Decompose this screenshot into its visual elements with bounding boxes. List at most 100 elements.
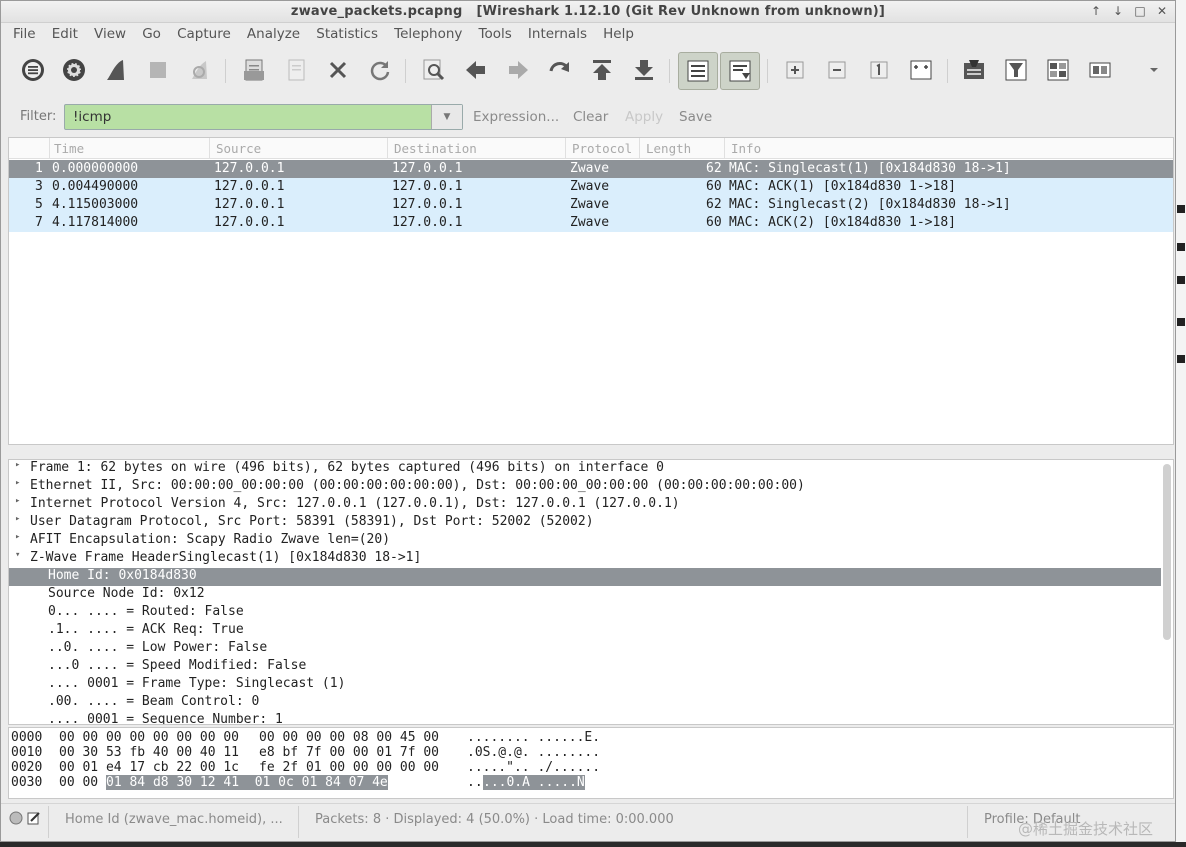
menu-edit[interactable]: Edit: [52, 23, 78, 42]
bytes-ascii-highlight[interactable]: ...0.A .....N: [483, 775, 585, 790]
zoom-out-icon[interactable]: [822, 55, 852, 85]
bytes-hex[interactable]: 00 00 00 00 08 00 45 00: [259, 730, 439, 745]
bytes-hex[interactable]: 00 30 53 fb 40 00 40 11: [59, 745, 239, 760]
tree-item-routed[interactable]: 0... .... = Routed: False: [9, 604, 1161, 622]
expand-arrow-icon[interactable]: ▸: [15, 478, 25, 488]
bytes-ascii[interactable]: .....".. ./......: [467, 760, 600, 775]
packet-info: MAC: Singlecast(2) [0x184d830 18->1]: [729, 197, 1011, 212]
capture-filters-icon[interactable]: [959, 55, 989, 85]
zoom-in-icon[interactable]: [780, 55, 810, 85]
expand-arrow-icon[interactable]: ▸: [15, 514, 25, 524]
expand-arrow-icon[interactable]: ▸: [15, 496, 25, 506]
resize-columns-icon[interactable]: [906, 55, 936, 85]
packet-bytes-pane[interactable]: 0000 00 00 00 00 00 00 00 00 00 00 00 00…: [8, 727, 1174, 799]
restart-capture-icon[interactable]: [185, 55, 215, 85]
tree-item-ethernet[interactable]: ▸ Ethernet II, Src: 00:00:00_00:00:00 (00…: [9, 478, 1161, 496]
packet-details-tree[interactable]: ▸ Frame 1: 62 bytes on wire (496 bits), 6…: [8, 459, 1174, 725]
menu-telephony[interactable]: Telephony: [394, 23, 462, 42]
menu-view[interactable]: View: [94, 23, 126, 42]
bytes-ascii[interactable]: ..: [467, 775, 483, 790]
packet-destination: 127.0.0.1: [392, 179, 463, 194]
menu-internals[interactable]: Internals: [528, 23, 587, 42]
tree-item-frame-type[interactable]: .... 0001 = Frame Type: Singlecast (1): [9, 676, 1161, 694]
colorize-icon[interactable]: [678, 52, 718, 90]
go-to-first-icon[interactable]: [587, 55, 617, 85]
save-file-icon[interactable]: [281, 55, 311, 85]
collapse-arrow-icon[interactable]: ▾: [15, 550, 25, 560]
window-maximize-button[interactable]: □: [1130, 4, 1150, 18]
bytes-hex[interactable]: e8 bf 7f 00 00 01 7f 00: [259, 745, 439, 760]
display-filters-icon[interactable]: [1001, 55, 1031, 85]
tree-item-home-id[interactable]: Home Id: 0x0184d830: [9, 568, 1161, 586]
window-close-button[interactable]: ✕: [1152, 4, 1172, 18]
save-filter-button[interactable]: Save: [679, 109, 712, 125]
more-icon[interactable]: [1139, 55, 1169, 85]
window-raise-button[interactable]: ↑: [1086, 4, 1106, 18]
clear-button[interactable]: Clear: [573, 109, 608, 125]
packet-row[interactable]: 7 4.117814000 127.0.0.1 127.0.0.1 Zwave …: [9, 214, 1173, 232]
apply-button[interactable]: Apply: [625, 109, 663, 125]
stop-capture-icon[interactable]: [143, 55, 173, 85]
tree-item-low-power[interactable]: ..0. .... = Low Power: False: [9, 640, 1161, 658]
display-filter-input[interactable]: !icmp: [73, 109, 111, 125]
menu-go[interactable]: Go: [142, 23, 161, 42]
bytes-hex[interactable]: 00 00: [59, 775, 106, 790]
column-destination[interactable]: Destination: [394, 141, 477, 156]
go-to-packet-icon[interactable]: [545, 55, 575, 85]
bytes-ascii[interactable]: ........ ......E.: [467, 730, 600, 745]
tree-item-source-node[interactable]: Source Node Id: 0x12: [9, 586, 1161, 604]
column-info[interactable]: Info: [731, 141, 761, 156]
expand-arrow-icon[interactable]: ▸: [15, 532, 25, 542]
packet-row[interactable]: 5 4.115003000 127.0.0.1 127.0.0.1 Zwave …: [9, 196, 1173, 214]
bytes-hex[interactable]: 00 01 e4 17 cb 22 00 1c: [59, 760, 239, 775]
tree-item-afit[interactable]: ▸ AFIT Encapsulation: Scapy Radio Zwave l…: [9, 532, 1161, 550]
tree-item-ack-req[interactable]: .1.. .... = ACK Req: True: [9, 622, 1161, 640]
expand-arrow-icon[interactable]: ▸: [15, 460, 25, 470]
menu-file[interactable]: File: [13, 23, 36, 42]
tree-item-udp[interactable]: ▸ User Datagram Protocol, Src Port: 58391…: [9, 514, 1161, 532]
bytes-ascii[interactable]: .0S.@.@. ........: [467, 745, 600, 760]
options-icon[interactable]: [59, 55, 89, 85]
tree-item-beam-control[interactable]: .00. .... = Beam Control: 0: [9, 694, 1161, 712]
menu-statistics[interactable]: Statistics: [316, 23, 378, 42]
chevron-down-icon[interactable]: ▼: [431, 105, 462, 129]
menu-analyze[interactable]: Analyze: [247, 23, 300, 42]
go-forward-icon[interactable]: [503, 55, 533, 85]
menu-tools[interactable]: Tools: [479, 23, 512, 42]
column-protocol[interactable]: Protocol: [572, 141, 632, 156]
tree-item-zwave[interactable]: ▾ Z-Wave Frame HeaderSinglecast(1) [0x184…: [9, 550, 1161, 568]
bytes-hex[interactable]: 00 00 00 00 00 00 00 00: [59, 730, 239, 745]
tree-item-frame[interactable]: ▸ Frame 1: 62 bytes on wire (496 bits), 6…: [9, 460, 1161, 478]
capture-comment-icon[interactable]: [27, 811, 41, 825]
details-scrollbar[interactable]: [1163, 464, 1171, 640]
column-length[interactable]: Length: [646, 141, 691, 156]
go-to-last-icon[interactable]: [629, 55, 659, 85]
expert-info-icon[interactable]: [9, 811, 23, 825]
find-packet-icon[interactable]: [419, 55, 449, 85]
column-source[interactable]: Source: [216, 141, 261, 156]
start-capture-icon[interactable]: [101, 55, 131, 85]
reload-icon[interactable]: [365, 55, 395, 85]
interfaces-icon[interactable]: [18, 55, 48, 85]
bytes-hex-highlight[interactable]: 01 84 d8 30 12 41 01 0c 01 84 07 4e: [106, 775, 388, 790]
bytes-hex[interactable]: fe 2f 01 00 00 00 00 00: [259, 760, 439, 775]
tree-item-speed-modified[interactable]: ...0 .... = Speed Modified: False: [9, 658, 1161, 676]
tree-item-ipv4[interactable]: ▸ Internet Protocol Version 4, Src: 127.0…: [9, 496, 1161, 514]
packet-list[interactable]: Time Source Destination Protocol Length …: [8, 137, 1174, 445]
close-file-icon[interactable]: [323, 55, 353, 85]
expression-button[interactable]: Expression...: [473, 109, 559, 125]
coloring-rules-icon[interactable]: [1043, 55, 1073, 85]
packet-row[interactable]: 1 0.000000000 127.0.0.1 127.0.0.1 Zwave …: [9, 160, 1173, 178]
menu-help[interactable]: Help: [603, 23, 634, 42]
normal-size-icon[interactable]: [864, 55, 894, 85]
column-time[interactable]: Time: [54, 141, 84, 156]
open-file-icon[interactable]: [239, 55, 269, 85]
display-filter-combobox[interactable]: !icmp ▼: [64, 104, 463, 130]
preferences-icon[interactable]: [1085, 55, 1115, 85]
tree-item-sequence-number[interactable]: .... 0001 = Sequence Number: 1: [9, 712, 1161, 724]
menu-capture[interactable]: Capture: [177, 23, 231, 42]
go-back-icon[interactable]: [461, 55, 491, 85]
window-lower-button[interactable]: ↓: [1108, 4, 1128, 18]
packet-row[interactable]: 3 0.004490000 127.0.0.1 127.0.0.1 Zwave …: [9, 178, 1173, 196]
autoscroll-icon[interactable]: [720, 52, 760, 90]
